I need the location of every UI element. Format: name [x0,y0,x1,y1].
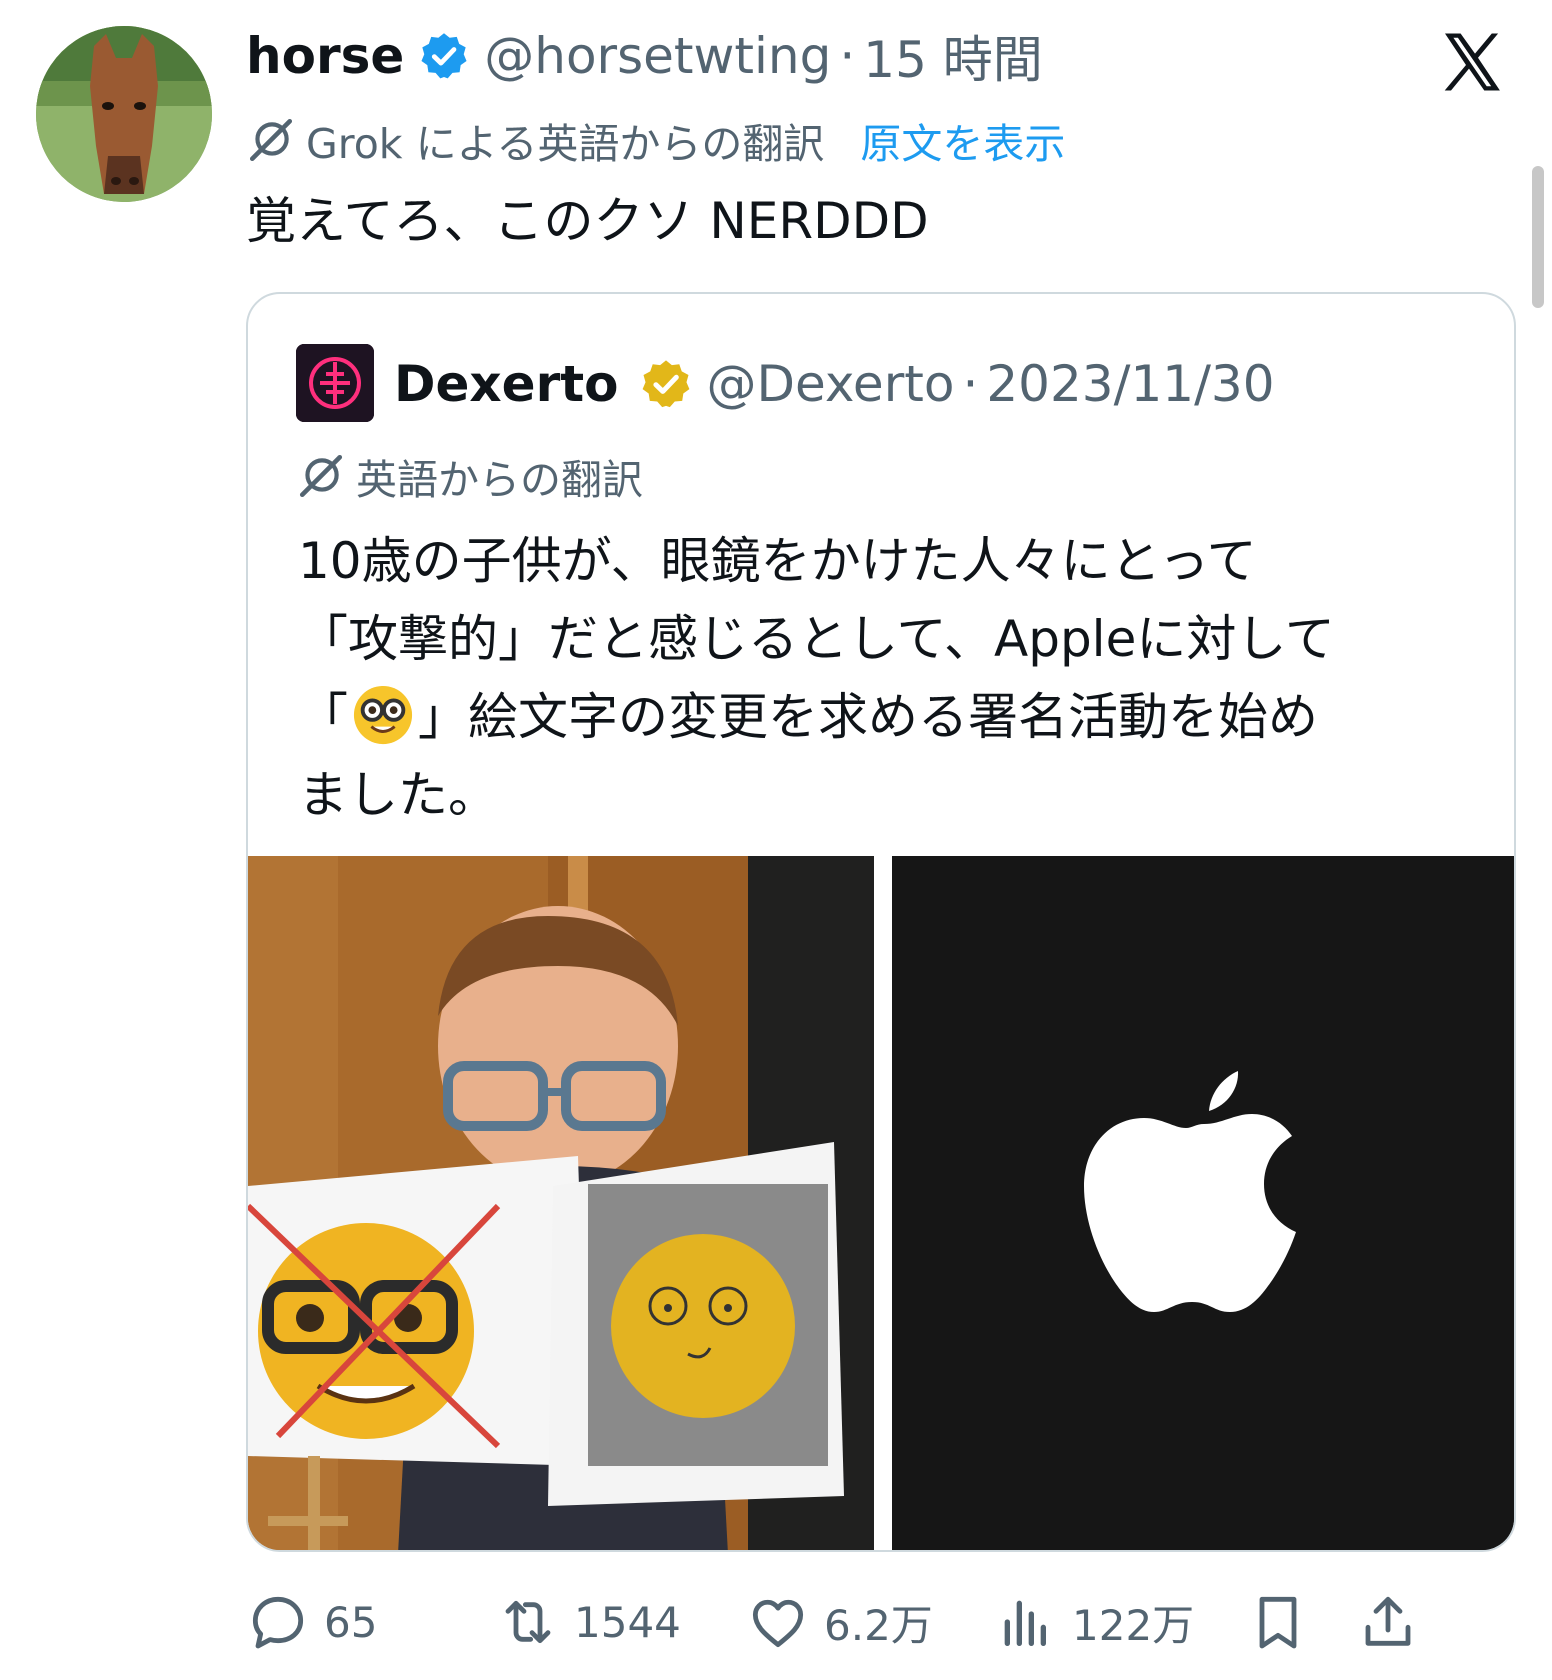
quoted-date[interactable]: 2023/11/30 [986,355,1274,413]
media-photo-boy[interactable] [248,856,874,1550]
gold-verified-badge-icon [642,360,689,408]
apple-logo-icon [892,856,1514,1550]
views-button[interactable]: 122万 [994,1582,1194,1662]
quoted-text-line: ました。 [298,766,498,824]
quoted-header: Dexerto @Dexerto · 2023/11/30 [394,346,1275,422]
grok-icon [299,454,343,498]
quoted-text: 10歳の子供が、眼鏡をかけた人々にとって 「攻撃的」だと感じるとして、Apple… [298,522,1468,834]
like-icon [752,1599,804,1648]
share-button[interactable] [1356,1582,1434,1662]
quoted-translation-notice: 英語からの翻訳 [296,446,643,506]
quoted-text-line: 「 」絵文字の変更を求める署名活動を始め [298,678,1468,756]
tweet-text: 覚えてろ、このクソ NERDDD [246,192,929,250]
quoted-author-name[interactable]: Dexerto [394,355,619,413]
reply-button[interactable]: 65 [246,1582,377,1662]
like-button[interactable]: 6.2万 [746,1582,933,1662]
dexerto-avatar[interactable] [296,344,374,422]
author-handle[interactable]: @horsetwting [484,27,831,85]
tweet-time[interactable]: 15 時間 [863,20,1043,92]
separator-dot: · [962,355,979,413]
quoted-tweet-card[interactable]: Dexerto @Dexerto · 2023/11/30 英語からの翻訳 10… [246,292,1516,1552]
views-icon [1004,1600,1046,1646]
reply-icon [252,1596,304,1649]
quoted-text-line: 「攻撃的」だと感じるとして、Appleに対して [298,610,1335,668]
quote-bracket-open: 「 [298,688,348,746]
tweet-action-bar: 65 1544 6.2万 122万 [246,1582,1516,1662]
translation-notice: Grok による英語からの翻訳 原文を表示 [246,110,1065,170]
horse-avatar-image [36,26,212,202]
repost-icon [505,1600,551,1644]
nerd-face-emoji-icon [353,685,413,745]
quoted-text-line: 10歳の子供が、眼鏡をかけた人々にとって [298,532,1257,590]
translation-note: Grok による英語からの翻訳 [306,120,825,168]
show-original-link[interactable]: 原文を表示 [860,110,1065,170]
repost-button[interactable]: 1544 [496,1582,681,1662]
bookmark-icon [1259,1596,1297,1649]
share-icon [1365,1596,1411,1646]
quoted-translation-note: 英語からの翻訳 [356,456,643,504]
x-logo-icon[interactable] [1436,26,1508,98]
author-name[interactable]: horse [246,27,404,85]
boy-holding-signs-image [248,856,874,1550]
like-count: 6.2万 [824,1600,933,1650]
grok-icon [249,118,293,162]
media-apple-logo[interactable] [892,856,1514,1550]
quote-text-after-emoji: 」絵文字の変更を求める署名活動を始め [418,688,1318,746]
reply-count: 65 [324,1597,378,1647]
dexerto-logo-icon [296,344,374,422]
separator-dot: · [839,27,856,85]
author-avatar[interactable] [36,26,212,202]
repost-count: 1544 [574,1597,681,1647]
tweet-header: horse @horsetwting · 15 時間 [246,20,1043,92]
view-count: 122万 [1072,1600,1195,1650]
verified-badge-icon [421,33,467,79]
quoted-handle[interactable]: @Dexerto [707,355,955,413]
bookmark-button[interactable] [1246,1582,1324,1662]
scrollbar[interactable] [1532,166,1544,308]
